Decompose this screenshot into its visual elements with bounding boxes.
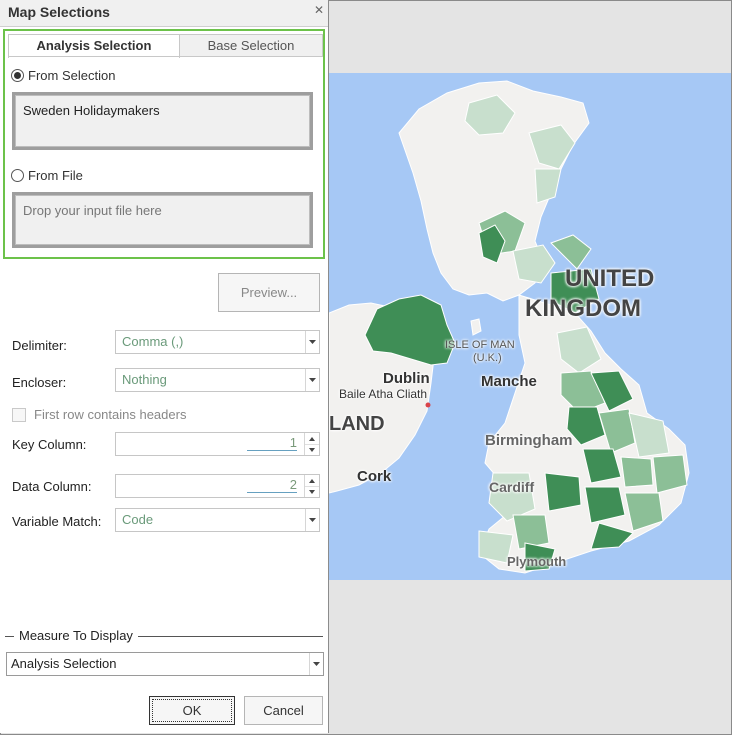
panel-title: Map Selections [8, 4, 110, 20]
chevron-down-icon[interactable] [305, 331, 319, 353]
selection-value: Sweden Holidaymakers [23, 103, 160, 118]
from-file-label: From File [28, 168, 83, 183]
chevron-down-icon[interactable] [305, 509, 319, 531]
map-label-isle-of-man: ISLE OF MAN [445, 339, 515, 351]
delimiter-label: Delimiter: [12, 338, 67, 353]
delimiter-dropdown[interactable]: Comma (,) [115, 330, 320, 354]
delimiter-value: Comma (,) [122, 334, 184, 349]
map-label-birmingham: Birmingham [485, 432, 573, 449]
key-column-stepper[interactable]: 1 [115, 432, 320, 456]
variable-match-label: Variable Match: [12, 514, 102, 529]
file-drop-placeholder: Drop your input file here [23, 203, 162, 218]
map-label-dublin: Dublin [383, 370, 430, 387]
data-column-value[interactable]: 2 [247, 477, 297, 493]
variable-match-dropdown[interactable]: Code [115, 508, 320, 532]
tab-base-selection[interactable]: Base Selection [179, 34, 323, 57]
from-selection-label: From Selection [28, 68, 116, 83]
chevron-down-icon[interactable] [305, 369, 319, 391]
close-icon[interactable]: ✕ [314, 3, 324, 17]
tab-analysis-selection[interactable]: Analysis Selection [8, 34, 180, 58]
map-label-manchester: Manche [481, 373, 537, 390]
panel-header: Map Selections ✕ [0, 0, 328, 27]
map-label-ireland: LAND [329, 413, 385, 435]
spin-down-icon[interactable] [305, 444, 319, 455]
selection-tabs: Analysis Selection Base Selection [8, 34, 323, 58]
map-label-baile-atha-cliath: Baile Atha Cliath [339, 387, 428, 401]
tab-divider [8, 56, 322, 57]
key-column-value[interactable]: 1 [247, 435, 297, 451]
preview-button[interactable]: Preview... [218, 273, 320, 312]
ok-button[interactable]: OK [149, 696, 235, 725]
cancel-button[interactable]: Cancel [244, 696, 323, 725]
measure-section-label: Measure To Display [14, 628, 138, 643]
map-label-cork: Cork [357, 468, 392, 485]
from-selection-radio[interactable] [11, 69, 24, 82]
map-label-country-line1: UNITED [565, 265, 655, 292]
encloser-value: Nothing [122, 372, 167, 387]
from-file-option[interactable]: From File [11, 168, 83, 183]
key-column-label: Key Column: [12, 437, 87, 452]
selection-textbox[interactable]: Sweden Holidaymakers [12, 92, 313, 150]
map-selections-panel: Map Selections ✕ Analysis Selection Base… [0, 0, 329, 733]
map-label-isle-of-man-sub: (U.K.) [473, 352, 502, 364]
measure-value: Analysis Selection [11, 656, 117, 671]
key-column-spin-buttons [304, 433, 319, 455]
chevron-down-icon[interactable] [309, 653, 323, 675]
map-label-cardiff: Cardiff [489, 479, 535, 495]
encloser-label: Encloser: [12, 375, 67, 390]
first-row-headers-checkbox[interactable] [12, 407, 26, 422]
map-label-country-line2: KINGDOM [525, 295, 641, 322]
data-column-spin-buttons [304, 475, 319, 497]
map-canvas [329, 73, 731, 580]
file-drop-zone[interactable]: Drop your input file here [12, 192, 313, 248]
data-column-stepper[interactable]: 2 [115, 474, 320, 498]
measure-dropdown[interactable]: Analysis Selection [6, 652, 324, 676]
variable-match-value: Code [122, 512, 154, 527]
map-label-plymouth: Plymouth [507, 554, 567, 569]
spin-down-icon[interactable] [305, 486, 319, 497]
from-selection-option[interactable]: From Selection [11, 68, 115, 83]
map-view[interactable]: UNITED KINGDOM ISLE OF MAN (U.K.) Dublin… [329, 73, 731, 580]
encloser-dropdown[interactable]: Nothing [115, 368, 320, 392]
data-column-label: Data Column: [12, 479, 92, 494]
first-row-headers-option[interactable]: First row contains headers [12, 407, 186, 422]
first-row-headers-label: First row contains headers [34, 407, 187, 422]
from-file-radio[interactable] [11, 169, 24, 182]
